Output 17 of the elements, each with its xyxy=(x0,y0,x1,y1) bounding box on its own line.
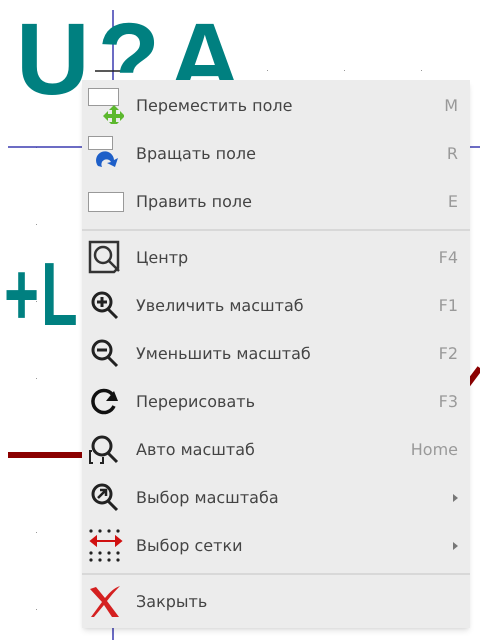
value-label: +L xyxy=(4,250,80,340)
grid-icon xyxy=(88,529,124,563)
menu-item[interactable]: Выбор сетки xyxy=(82,522,470,570)
close-icon xyxy=(88,585,122,619)
menu-item[interactable]: Авто масштаб Home xyxy=(82,426,470,474)
menu-item[interactable]: Выбор масштаба xyxy=(82,474,470,522)
submenu-arrow-icon xyxy=(453,542,458,550)
edit-field-icon xyxy=(88,192,124,212)
menu-item[interactable]: Вращать поле R xyxy=(82,130,470,178)
menu-item[interactable]: Закрыть xyxy=(82,578,470,626)
menu-item[interactable]: Увеличить масштаб F1 xyxy=(82,282,470,330)
submenu-arrow-icon xyxy=(453,494,458,502)
menu-item[interactable]: Центр F4 xyxy=(82,234,470,282)
menu-item[interactable]: Править поле E xyxy=(82,178,470,226)
menu-item[interactable]: Уменьшить масштаб F2 xyxy=(82,330,470,378)
menu-item[interactable]: Переместить поле M xyxy=(82,82,470,130)
menu-item[interactable]: Перерисовать F3 xyxy=(82,378,470,426)
